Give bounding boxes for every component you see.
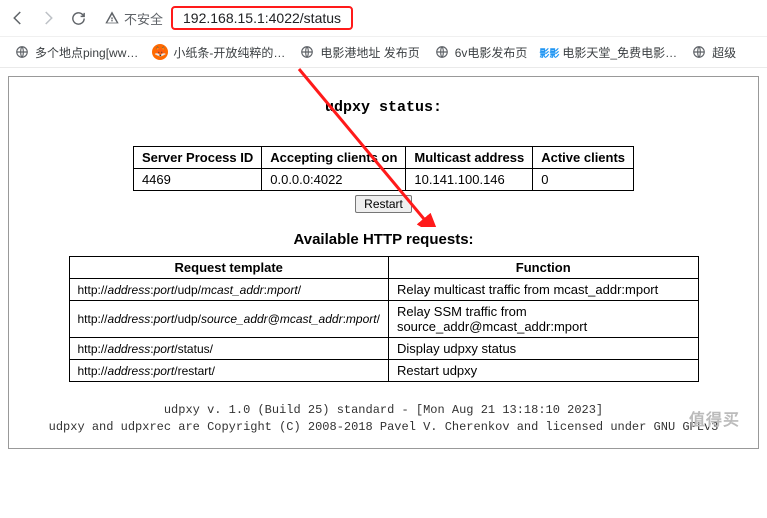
request-function: Restart udpxy: [388, 360, 698, 382]
footer-version: udpxy v. 1.0 (Build 25) standard - [Mon …: [19, 402, 748, 419]
page-content: udpxy status: Server Process ID Acceptin…: [8, 76, 759, 449]
request-template: http://address:port/udp/mcast_addr:mport…: [69, 279, 388, 301]
request-template: http://address:port/udp/source_addr@mcas…: [69, 301, 388, 338]
globe-icon: [299, 44, 315, 60]
insecure-indicator[interactable]: 不安全: [104, 9, 163, 28]
table-row: http://address:port/restart/Restart udpx…: [69, 360, 698, 382]
http-requests-title: Available HTTP requests:: [19, 231, 748, 248]
tv-icon: 影影: [541, 44, 557, 60]
watermark: 值得买: [689, 406, 740, 430]
globe-icon: [691, 44, 707, 60]
cell-active: 0: [533, 169, 634, 191]
bookmark-label: 6v电影发布页: [455, 44, 528, 61]
col-header: Accepting clients on: [262, 147, 406, 169]
request-function: Relay multicast traffic from mcast_addr:…: [388, 279, 698, 301]
restart-wrap: [19, 195, 748, 213]
cell-mcast: 10.141.100.146: [406, 169, 533, 191]
bookmark-item[interactable]: 电影港地址 发布页: [299, 44, 419, 61]
bookmark-item[interactable]: 多个地点ping[ww…: [14, 44, 138, 61]
request-template: http://address:port/status/: [69, 338, 388, 360]
table-header-row: Request template Function: [69, 257, 698, 279]
table-header-row: Server Process ID Accepting clients on M…: [133, 147, 633, 169]
bookmark-item[interactable]: 🦊 小纸条-开放纯粹的…: [152, 44, 285, 61]
request-template: http://address:port/restart/: [69, 360, 388, 382]
cell-accepting: 0.0.0.0:4022: [262, 169, 406, 191]
cell-pid: 4469: [133, 169, 261, 191]
col-header: Multicast address: [406, 147, 533, 169]
bookmark-label: 超级: [712, 44, 736, 61]
status-title: udpxy status:: [19, 99, 748, 116]
footer-copyright: udpxy and udpxrec are Copyright (C) 2008…: [19, 419, 748, 436]
request-function: Display udpxy status: [388, 338, 698, 360]
address-bar[interactable]: 不安全 192.168.15.1:4022/status: [104, 4, 759, 32]
table-row: http://address:port/status/Display udpxy…: [69, 338, 698, 360]
table-row: 4469 0.0.0.0:4022 10.141.100.146 0: [133, 169, 633, 191]
table-row: http://address:port/udp/mcast_addr:mport…: [69, 279, 698, 301]
footer: udpxy v. 1.0 (Build 25) standard - [Mon …: [19, 402, 748, 436]
reload-button[interactable]: [68, 8, 88, 28]
col-header: Function: [388, 257, 698, 279]
request-function: Relay SSM traffic from source_addr@mcast…: [388, 301, 698, 338]
bookmark-item[interactable]: 影影电影天堂_免费电影…: [541, 44, 677, 61]
globe-icon: [14, 44, 30, 60]
table-row: http://address:port/udp/source_addr@mcas…: [69, 301, 698, 338]
bookmarks-bar: 多个地点ping[ww… 🦊 小纸条-开放纯粹的… 电影港地址 发布页 6v电影发…: [0, 36, 767, 68]
insecure-label: 不安全: [124, 9, 163, 28]
bookmark-item[interactable]: 超级: [691, 44, 736, 61]
bookmark-label: 多个地点ping[ww…: [35, 44, 138, 61]
col-header: Request template: [69, 257, 388, 279]
col-header: Server Process ID: [133, 147, 261, 169]
fox-icon: 🦊: [152, 44, 168, 60]
status-table: Server Process ID Accepting clients on M…: [133, 146, 634, 191]
bookmark-label: 电影天堂_免费电影…: [562, 44, 677, 61]
bookmark-label: 电影港地址 发布页: [320, 44, 419, 61]
back-button[interactable]: [8, 8, 28, 28]
bookmark-label: 小纸条-开放纯粹的…: [173, 44, 285, 61]
globe-icon: [434, 44, 450, 60]
url-text: 192.168.15.1:4022/status: [171, 6, 353, 30]
restart-button[interactable]: [355, 195, 412, 213]
col-header: Active clients: [533, 147, 634, 169]
bookmark-item[interactable]: 6v电影发布页: [434, 44, 528, 61]
forward-button[interactable]: [38, 8, 58, 28]
warning-icon: [104, 10, 120, 26]
http-requests-table: Request template Function http://address…: [69, 256, 699, 382]
browser-toolbar: 不安全 192.168.15.1:4022/status: [0, 0, 767, 36]
